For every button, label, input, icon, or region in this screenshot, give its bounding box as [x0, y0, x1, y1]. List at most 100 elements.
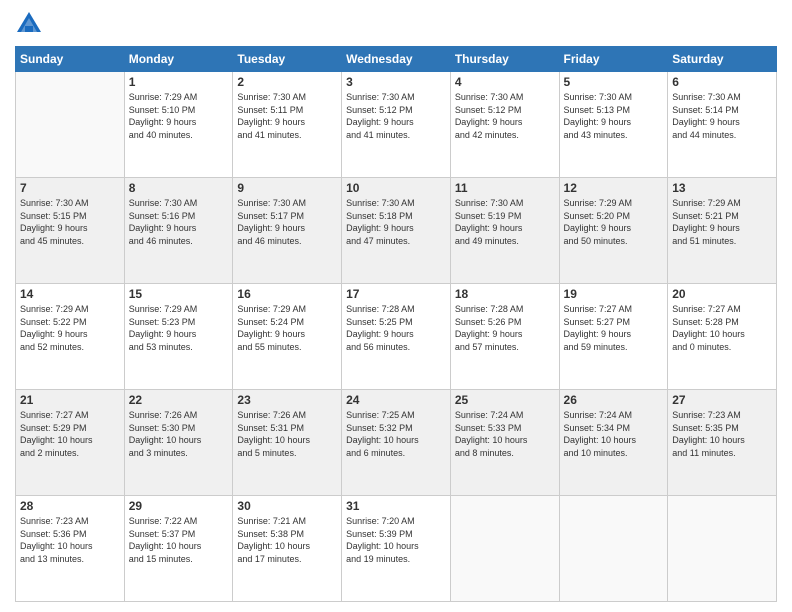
day-info: Sunrise: 7:20 AMSunset: 5:39 PMDaylight:… [346, 515, 446, 565]
calendar-week-4: 21 Sunrise: 7:27 AMSunset: 5:29 PMDayligh… [16, 390, 777, 496]
calendar-cell: 20 Sunrise: 7:27 AMSunset: 5:28 PMDayligh… [668, 284, 777, 390]
calendar-cell: 2Sunrise: 7:30 AMSunset: 5:11 PMDaylight… [233, 72, 342, 178]
col-header-friday: Friday [559, 47, 668, 72]
day-number: 22 [129, 393, 229, 407]
day-number: 5 [564, 75, 664, 89]
day-info: Sunrise: 7:24 AMSunset: 5:33 PMDaylight:… [455, 409, 555, 459]
calendar-cell: 25 Sunrise: 7:24 AMSunset: 5:33 PMDayligh… [450, 390, 559, 496]
day-info: Sunrise: 7:29 AMSunset: 5:22 PMDaylight:… [20, 303, 120, 353]
calendar-cell: 29 Sunrise: 7:22 AMSunset: 5:37 PMDayligh… [124, 496, 233, 602]
day-number: 13 [672, 181, 772, 195]
day-number: 15 [129, 287, 229, 301]
day-number: 14 [20, 287, 120, 301]
day-info: Sunrise: 7:27 AMSunset: 5:27 PMDaylight:… [564, 303, 664, 353]
day-number: 18 [455, 287, 555, 301]
day-number: 8 [129, 181, 229, 195]
calendar-cell [668, 496, 777, 602]
day-info: Sunrise: 7:22 AMSunset: 5:37 PMDaylight:… [129, 515, 229, 565]
day-info: Sunrise: 7:30 AMSunset: 5:17 PMDaylight:… [237, 197, 337, 247]
day-info: Sunrise: 7:30 AMSunset: 5:14 PMDaylight:… [672, 91, 772, 141]
day-number: 7 [20, 181, 120, 195]
day-info: Sunrise: 7:30 AMSunset: 5:11 PMDaylight:… [237, 91, 337, 141]
day-number: 9 [237, 181, 337, 195]
calendar-cell: 15 Sunrise: 7:29 AMSunset: 5:23 PMDayligh… [124, 284, 233, 390]
logo-icon [15, 10, 43, 38]
calendar-cell: 9 Sunrise: 7:30 AMSunset: 5:17 PMDaylight… [233, 178, 342, 284]
day-number: 24 [346, 393, 446, 407]
calendar-week-3: 14 Sunrise: 7:29 AMSunset: 5:22 PMDayligh… [16, 284, 777, 390]
day-number: 6 [672, 75, 772, 89]
day-number: 29 [129, 499, 229, 513]
logo [15, 10, 47, 38]
day-info: Sunrise: 7:27 AMSunset: 5:28 PMDaylight:… [672, 303, 772, 353]
calendar-cell [16, 72, 125, 178]
day-info: Sunrise: 7:27 AMSunset: 5:29 PMDaylight:… [20, 409, 120, 459]
day-number: 23 [237, 393, 337, 407]
calendar-cell: 16 Sunrise: 7:29 AMSunset: 5:24 PMDayligh… [233, 284, 342, 390]
day-info: Sunrise: 7:21 AMSunset: 5:38 PMDaylight:… [237, 515, 337, 565]
day-info: Sunrise: 7:30 AMSunset: 5:13 PMDaylight:… [564, 91, 664, 141]
day-info: Sunrise: 7:30 AMSunset: 5:15 PMDaylight:… [20, 197, 120, 247]
calendar-cell: 24 Sunrise: 7:25 AMSunset: 5:32 PMDayligh… [342, 390, 451, 496]
day-info: Sunrise: 7:29 AMSunset: 5:23 PMDaylight:… [129, 303, 229, 353]
calendar-cell: 22 Sunrise: 7:26 AMSunset: 5:30 PMDayligh… [124, 390, 233, 496]
day-info: Sunrise: 7:26 AMSunset: 5:31 PMDaylight:… [237, 409, 337, 459]
calendar-cell: 21 Sunrise: 7:27 AMSunset: 5:29 PMDayligh… [16, 390, 125, 496]
day-info: Sunrise: 7:28 AMSunset: 5:26 PMDaylight:… [455, 303, 555, 353]
day-number: 25 [455, 393, 555, 407]
calendar-cell [559, 496, 668, 602]
day-info: Sunrise: 7:30 AMSunset: 5:18 PMDaylight:… [346, 197, 446, 247]
calendar-cell: 6 Sunrise: 7:30 AMSunset: 5:14 PMDaylight… [668, 72, 777, 178]
day-info: Sunrise: 7:29 AMSunset: 5:20 PMDaylight:… [564, 197, 664, 247]
calendar-cell: 28 Sunrise: 7:23 AMSunset: 5:36 PMDayligh… [16, 496, 125, 602]
calendar-cell: 5 Sunrise: 7:30 AMSunset: 5:13 PMDaylight… [559, 72, 668, 178]
calendar-cell: 23 Sunrise: 7:26 AMSunset: 5:31 PMDayligh… [233, 390, 342, 496]
day-number: 12 [564, 181, 664, 195]
calendar-cell: 13 Sunrise: 7:29 AMSunset: 5:21 PMDayligh… [668, 178, 777, 284]
col-header-tuesday: Tuesday [233, 47, 342, 72]
day-info: Sunrise: 7:26 AMSunset: 5:30 PMDaylight:… [129, 409, 229, 459]
page: SundayMondayTuesdayWednesdayThursdayFrid… [0, 0, 792, 612]
day-number: 19 [564, 287, 664, 301]
calendar-cell: 1Sunrise: 7:29 AMSunset: 5:10 PMDaylight… [124, 72, 233, 178]
day-info: Sunrise: 7:25 AMSunset: 5:32 PMDaylight:… [346, 409, 446, 459]
calendar-cell: 26Sunrise: 7:24 AMSunset: 5:34 PMDayligh… [559, 390, 668, 496]
day-info: Sunrise: 7:28 AMSunset: 5:25 PMDaylight:… [346, 303, 446, 353]
day-info: Sunrise: 7:30 AMSunset: 5:12 PMDaylight:… [455, 91, 555, 141]
day-info: Sunrise: 7:29 AMSunset: 5:21 PMDaylight:… [672, 197, 772, 247]
calendar-cell: 11 Sunrise: 7:30 AMSunset: 5:19 PMDayligh… [450, 178, 559, 284]
col-header-thursday: Thursday [450, 47, 559, 72]
day-number: 10 [346, 181, 446, 195]
day-info: Sunrise: 7:29 AMSunset: 5:24 PMDaylight:… [237, 303, 337, 353]
calendar-header-row: SundayMondayTuesdayWednesdayThursdayFrid… [16, 47, 777, 72]
col-header-saturday: Saturday [668, 47, 777, 72]
day-info: Sunrise: 7:23 AMSunset: 5:36 PMDaylight:… [20, 515, 120, 565]
day-info: Sunrise: 7:30 AMSunset: 5:16 PMDaylight:… [129, 197, 229, 247]
header [15, 10, 777, 38]
day-info: Sunrise: 7:30 AMSunset: 5:19 PMDaylight:… [455, 197, 555, 247]
day-number: 4 [455, 75, 555, 89]
calendar-cell: 8 Sunrise: 7:30 AMSunset: 5:16 PMDaylight… [124, 178, 233, 284]
day-number: 26 [564, 393, 664, 407]
col-header-sunday: Sunday [16, 47, 125, 72]
day-number: 28 [20, 499, 120, 513]
day-info: Sunrise: 7:29 AMSunset: 5:10 PMDaylight:… [129, 91, 229, 141]
calendar-cell: 4 Sunrise: 7:30 AMSunset: 5:12 PMDaylight… [450, 72, 559, 178]
day-number: 16 [237, 287, 337, 301]
calendar-cell: 3Sunrise: 7:30 AMSunset: 5:12 PMDaylight… [342, 72, 451, 178]
calendar-cell: 10 Sunrise: 7:30 AMSunset: 5:18 PMDayligh… [342, 178, 451, 284]
calendar-cell: 30Sunrise: 7:21 AMSunset: 5:38 PMDayligh… [233, 496, 342, 602]
calendar-cell: 14 Sunrise: 7:29 AMSunset: 5:22 PMDayligh… [16, 284, 125, 390]
day-info: Sunrise: 7:23 AMSunset: 5:35 PMDaylight:… [672, 409, 772, 459]
day-number: 21 [20, 393, 120, 407]
calendar-week-5: 28 Sunrise: 7:23 AMSunset: 5:36 PMDayligh… [16, 496, 777, 602]
col-header-monday: Monday [124, 47, 233, 72]
calendar-cell: 27Sunrise: 7:23 AMSunset: 5:35 PMDayligh… [668, 390, 777, 496]
day-number: 11 [455, 181, 555, 195]
calendar-cell: 18 Sunrise: 7:28 AMSunset: 5:26 PMDayligh… [450, 284, 559, 390]
calendar-week-2: 7 Sunrise: 7:30 AMSunset: 5:15 PMDaylight… [16, 178, 777, 284]
calendar-table: SundayMondayTuesdayWednesdayThursdayFrid… [15, 46, 777, 602]
calendar-cell: 7 Sunrise: 7:30 AMSunset: 5:15 PMDaylight… [16, 178, 125, 284]
calendar-cell: 31Sunrise: 7:20 AMSunset: 5:39 PMDayligh… [342, 496, 451, 602]
day-number: 20 [672, 287, 772, 301]
